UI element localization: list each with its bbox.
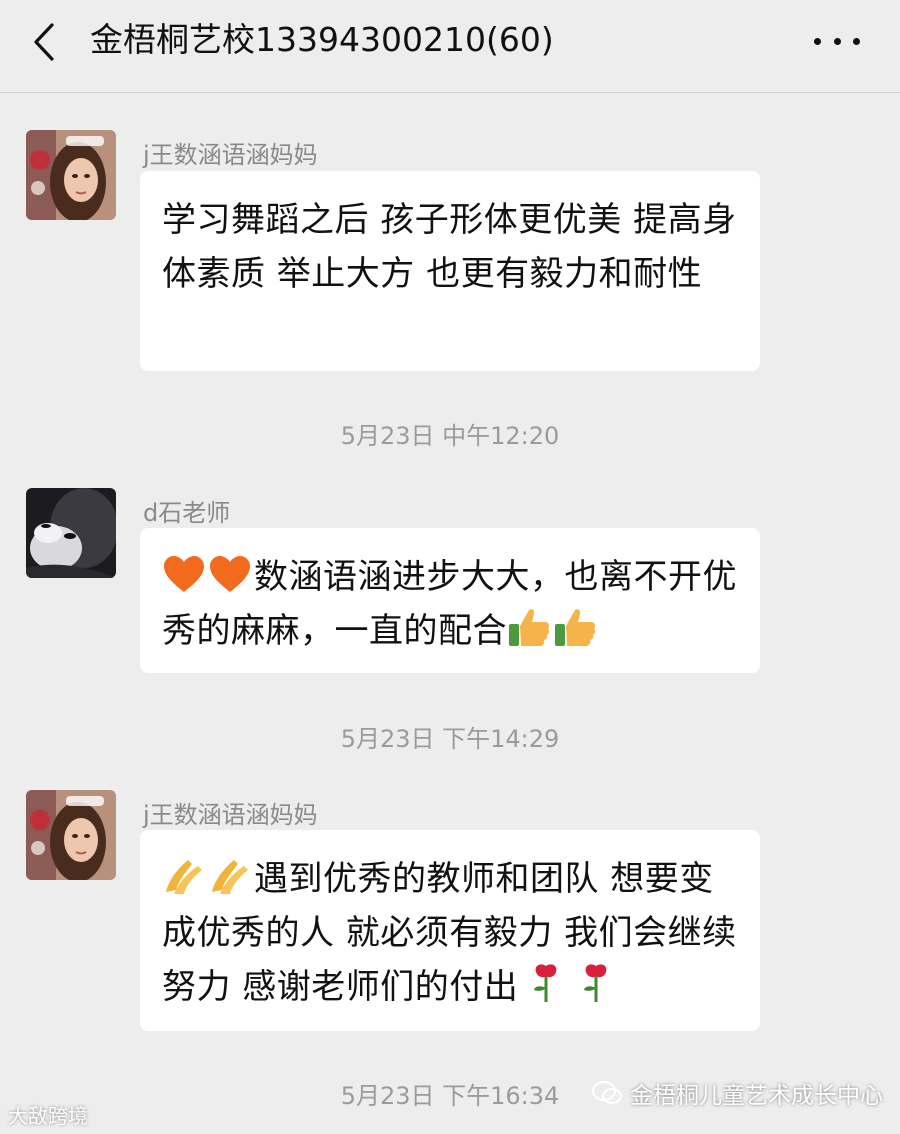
avatar-photo-girl xyxy=(26,130,116,220)
sender-name: j王数涵语涵妈妈 xyxy=(143,141,318,169)
message-timestamp: 5月23日 下午14:29 xyxy=(340,725,560,753)
more-dot xyxy=(853,37,860,45)
rose-icon xyxy=(534,964,557,1002)
watermark-left: 大敌跨境 xyxy=(8,1100,88,1129)
watermark-right-text: 金梧桐儿童艺术成长中心 xyxy=(630,1083,883,1109)
watermark-left-text: 大敌跨境 xyxy=(8,1104,88,1128)
avatar-photo-bw xyxy=(26,488,116,578)
sender-name: j王数涵语涵妈妈 xyxy=(143,801,318,829)
chevron-left-icon xyxy=(34,23,54,61)
avatar[interactable] xyxy=(26,790,116,880)
message-content: 数涵语涵进步大大，也离不开优秀的麻麻，一直的配合 xyxy=(162,550,740,658)
clapping-hands-icon xyxy=(166,860,202,894)
thumbs-up-icon xyxy=(509,609,550,646)
message-bubble[interactable]: 数涵语涵进步大大，也离不开优秀的麻麻，一直的配合 xyxy=(140,528,760,673)
thumbs-up-icon xyxy=(555,609,596,646)
sender-name: d石老师 xyxy=(143,499,231,527)
more-dots-icon xyxy=(814,37,821,45)
message-text: 学习舞蹈之后 孩子形体更优美 提高身体素质 举止大方 也更有毅力和耐性 xyxy=(162,200,737,294)
avatar[interactable] xyxy=(26,488,116,578)
avatar-photo-girl xyxy=(26,790,116,880)
message-content: 遇到优秀的教师和团队 想要变成优秀的人 就必须有毅力 我们会继续努力 感谢老师们… xyxy=(162,852,740,1014)
more-button[interactable] xyxy=(814,26,860,56)
message-timestamp: 5月23日 中午12:20 xyxy=(340,422,560,450)
clapping-hands-icon xyxy=(212,860,248,894)
message-bubble[interactable]: 遇到优秀的教师和团队 想要变成优秀的人 就必须有毅力 我们会继续努力 感谢老师们… xyxy=(140,830,760,1031)
chat-title: 金梧桐艺校13394300210(60) xyxy=(90,20,554,59)
orange-heart-icon xyxy=(210,556,250,592)
more-dot xyxy=(833,37,841,45)
watermark-right: 金梧桐儿童艺术成长中心 xyxy=(592,1076,883,1110)
message-bubble[interactable]: 学习舞蹈之后 孩子形体更优美 提高身体素质 举止大方 也更有毅力和耐性 xyxy=(140,171,760,371)
avatar[interactable] xyxy=(26,130,116,220)
chat-header: 金梧桐艺校13394300210(60) xyxy=(0,0,900,93)
rose-icon xyxy=(584,964,607,1002)
wechat-icon xyxy=(592,1081,622,1104)
orange-heart-icon xyxy=(164,556,204,592)
back-button[interactable] xyxy=(24,18,64,66)
